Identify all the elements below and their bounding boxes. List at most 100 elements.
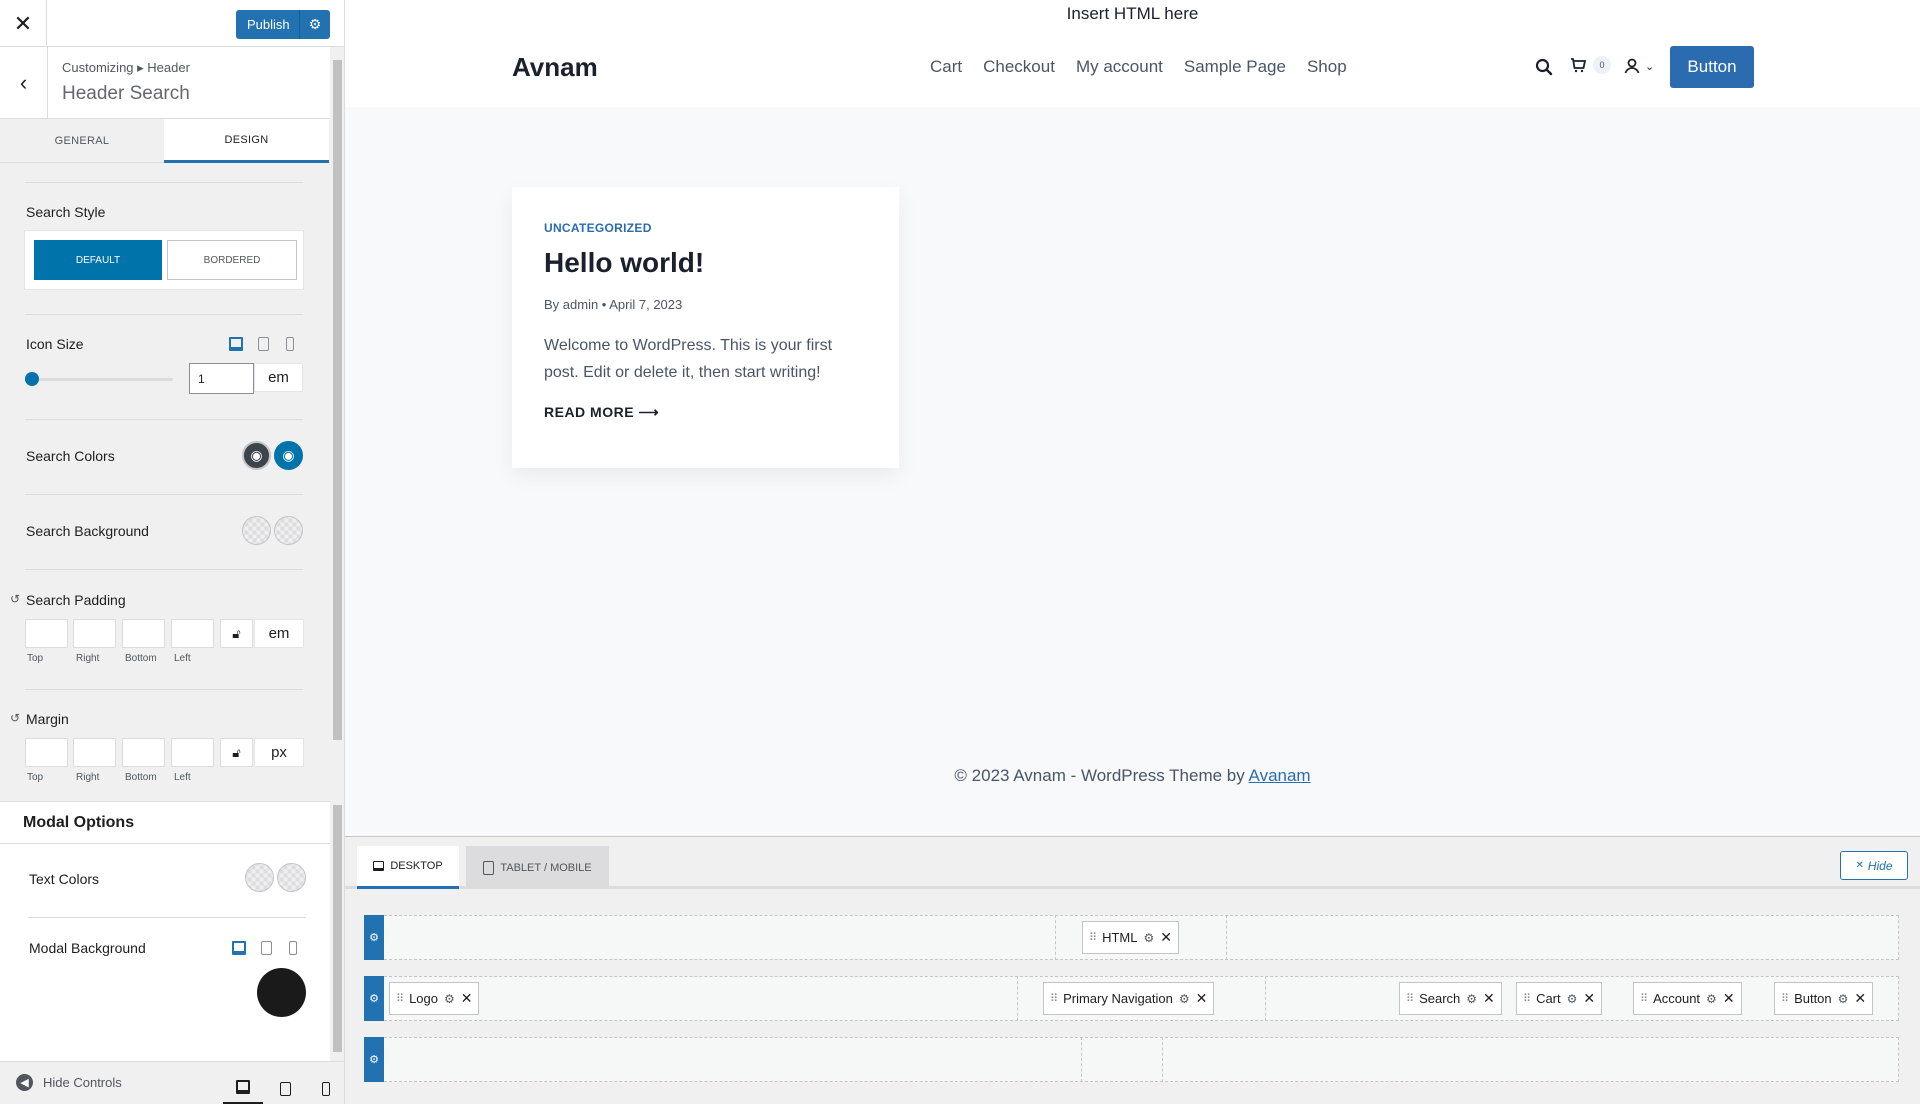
drag-handle-icon[interactable]: ⠿ xyxy=(1406,992,1414,1005)
drag-handle-icon[interactable]: ⠿ xyxy=(1523,992,1531,1005)
item-settings-gear-icon[interactable]: ⚙ xyxy=(1143,931,1154,945)
nav-item-cart[interactable]: Cart xyxy=(930,57,962,77)
close-icon[interactable]: ✕ xyxy=(0,0,47,47)
icon-size-unit[interactable]: em xyxy=(254,363,303,392)
remove-item-icon[interactable]: ✕ xyxy=(1160,929,1172,946)
nav-item-shop[interactable]: Shop xyxy=(1307,57,1347,77)
sidebar-scroll-thumb-lower[interactable] xyxy=(333,805,342,1052)
builder-item-primary-navigation[interactable]: ⠿ Primary Navigation ⚙ ✕ xyxy=(1043,982,1215,1015)
reset-icon[interactable]: ↺ xyxy=(10,592,20,606)
account-button[interactable]: ⌄ xyxy=(1623,57,1654,75)
icon-size-slider[interactable] xyxy=(25,378,173,381)
style-default-button[interactable]: DEFAULT xyxy=(34,240,162,280)
desktop-device-icon[interactable] xyxy=(232,941,246,955)
desktop-device-icon[interactable] xyxy=(229,337,243,351)
search-bg-hover-swatch[interactable] xyxy=(274,516,303,545)
drag-handle-icon[interactable]: ⠿ xyxy=(1781,992,1789,1005)
cart-button[interactable]: 0 xyxy=(1569,56,1611,74)
preview-mobile-icon[interactable] xyxy=(306,1072,344,1104)
header-button[interactable]: Button xyxy=(1670,46,1754,88)
search-color-hover-swatch[interactable]: ◉ xyxy=(274,441,303,470)
margin-top-label: Top xyxy=(27,772,44,783)
remove-item-icon[interactable]: ✕ xyxy=(1854,990,1866,1007)
preview-tablet-icon[interactable] xyxy=(265,1072,305,1104)
builder-item-label: Primary Navigation xyxy=(1063,991,1173,1006)
search-style-selector: DEFAULT BORDERED xyxy=(24,230,304,290)
builder-item-search[interactable]: ⠿ Search ⚙ ✕ xyxy=(1399,982,1502,1015)
tab-general[interactable]: GENERAL xyxy=(0,119,164,163)
margin-link-lock-icon[interactable]: 🔓︎ xyxy=(220,738,253,767)
padding-left-input[interactable] xyxy=(171,619,214,648)
site-logo[interactable]: Avnam xyxy=(512,52,598,83)
hide-builder-button[interactable]: ✕ Hide xyxy=(1840,851,1908,880)
tablet-device-icon[interactable] xyxy=(258,337,269,351)
row-settings-gear-icon[interactable]: ⚙ xyxy=(364,915,384,960)
item-settings-gear-icon[interactable]: ⚙ xyxy=(1706,992,1717,1006)
text-colors-label: Text Colors xyxy=(29,871,100,887)
icon-size-slider-handle[interactable] xyxy=(25,372,40,386)
search-icon[interactable] xyxy=(1535,58,1553,81)
padding-unit[interactable]: em xyxy=(254,619,304,648)
search-bg-initial-swatch[interactable] xyxy=(242,516,271,545)
padding-bottom-input[interactable] xyxy=(122,619,165,648)
builder-item-html[interactable]: ⠿ HTML ⚙ ✕ xyxy=(1082,921,1179,954)
builder-item-button[interactable]: ⠿ Button ⚙ ✕ xyxy=(1774,982,1874,1015)
preview-desktop-icon[interactable] xyxy=(223,1072,263,1104)
nav-item-checkout[interactable]: Checkout xyxy=(983,57,1055,77)
footer-theme-link[interactable]: Avanam xyxy=(1249,766,1311,785)
hide-controls-label: Hide Controls xyxy=(43,1075,122,1090)
item-settings-gear-icon[interactable]: ⚙ xyxy=(1466,992,1477,1006)
remove-item-icon[interactable]: ✕ xyxy=(1723,990,1735,1007)
remove-item-icon[interactable]: ✕ xyxy=(1196,990,1208,1007)
mobile-device-icon[interactable] xyxy=(289,941,297,955)
tab-desktop[interactable]: DESKTOP xyxy=(357,846,459,889)
tab-tablet-mobile[interactable]: TABLET / MOBILE xyxy=(466,846,609,889)
row-zone-divider xyxy=(1162,1037,1163,1082)
item-settings-gear-icon[interactable]: ⚙ xyxy=(1838,992,1849,1006)
row-settings-gear-icon[interactable]: ⚙ xyxy=(364,976,384,1021)
padding-link-lock-icon[interactable]: 🔓︎ xyxy=(220,619,253,648)
padding-right-input[interactable] xyxy=(73,619,116,648)
search-color-initial-swatch[interactable]: ◉ xyxy=(242,441,271,470)
row-settings-gear-icon[interactable]: ⚙ xyxy=(364,1037,384,1082)
padding-top-input[interactable] xyxy=(25,619,68,648)
item-settings-gear-icon[interactable]: ⚙ xyxy=(444,992,455,1006)
nav-item-my-account[interactable]: My account xyxy=(1076,57,1163,77)
reset-icon[interactable]: ↺ xyxy=(10,711,20,725)
read-more-link[interactable]: READ MORE ⟶ xyxy=(544,404,867,421)
item-settings-gear-icon[interactable]: ⚙ xyxy=(1179,992,1190,1006)
modal-background-color-swatch[interactable] xyxy=(257,968,306,1017)
margin-bottom-input[interactable] xyxy=(122,738,165,767)
drag-handle-icon[interactable]: ⠿ xyxy=(1050,992,1058,1005)
mobile-device-icon[interactable] xyxy=(286,337,294,351)
modal-text-color-initial-swatch[interactable] xyxy=(245,863,274,892)
remove-item-icon[interactable]: ✕ xyxy=(1483,990,1495,1007)
style-bordered-button[interactable]: BORDERED xyxy=(167,240,297,280)
tablet-device-icon[interactable] xyxy=(261,941,272,955)
publish-button[interactable]: Publish ⚙ xyxy=(236,10,330,39)
remove-item-icon[interactable]: ✕ xyxy=(1583,990,1595,1007)
margin-left-input[interactable] xyxy=(171,738,214,767)
margin-top-input[interactable] xyxy=(25,738,68,767)
post-title[interactable]: Hello world! xyxy=(544,247,867,279)
drag-handle-icon[interactable]: ⠿ xyxy=(1640,992,1648,1005)
back-arrow-icon[interactable]: ‹ xyxy=(0,47,48,119)
drag-handle-icon[interactable]: ⠿ xyxy=(396,992,404,1005)
nav-item-sample-page[interactable]: Sample Page xyxy=(1184,57,1286,77)
builder-item-cart[interactable]: ⠿ Cart ⚙ ✕ xyxy=(1516,982,1603,1015)
post-category[interactable]: UNCATEGORIZED xyxy=(544,221,867,235)
margin-unit[interactable]: px xyxy=(254,738,304,767)
margin-right-input[interactable] xyxy=(73,738,116,767)
modal-text-color-hover-swatch[interactable] xyxy=(277,863,306,892)
drag-handle-icon[interactable]: ⠿ xyxy=(1089,931,1097,944)
publish-settings-gear-icon[interactable]: ⚙ xyxy=(299,10,330,39)
publish-label[interactable]: Publish xyxy=(236,17,299,32)
hide-controls-button[interactable]: ◀ Hide Controls xyxy=(16,1074,122,1091)
remove-item-icon[interactable]: ✕ xyxy=(461,990,473,1007)
icon-size-input[interactable]: 1 xyxy=(189,363,254,394)
item-settings-gear-icon[interactable]: ⚙ xyxy=(1567,992,1578,1006)
tab-design[interactable]: DESIGN xyxy=(164,119,329,163)
builder-item-account[interactable]: ⠿ Account ⚙ ✕ xyxy=(1633,982,1742,1015)
sidebar-scroll-thumb[interactable] xyxy=(333,60,342,740)
builder-item-logo[interactable]: ⠿ Logo ⚙ ✕ xyxy=(389,982,480,1015)
